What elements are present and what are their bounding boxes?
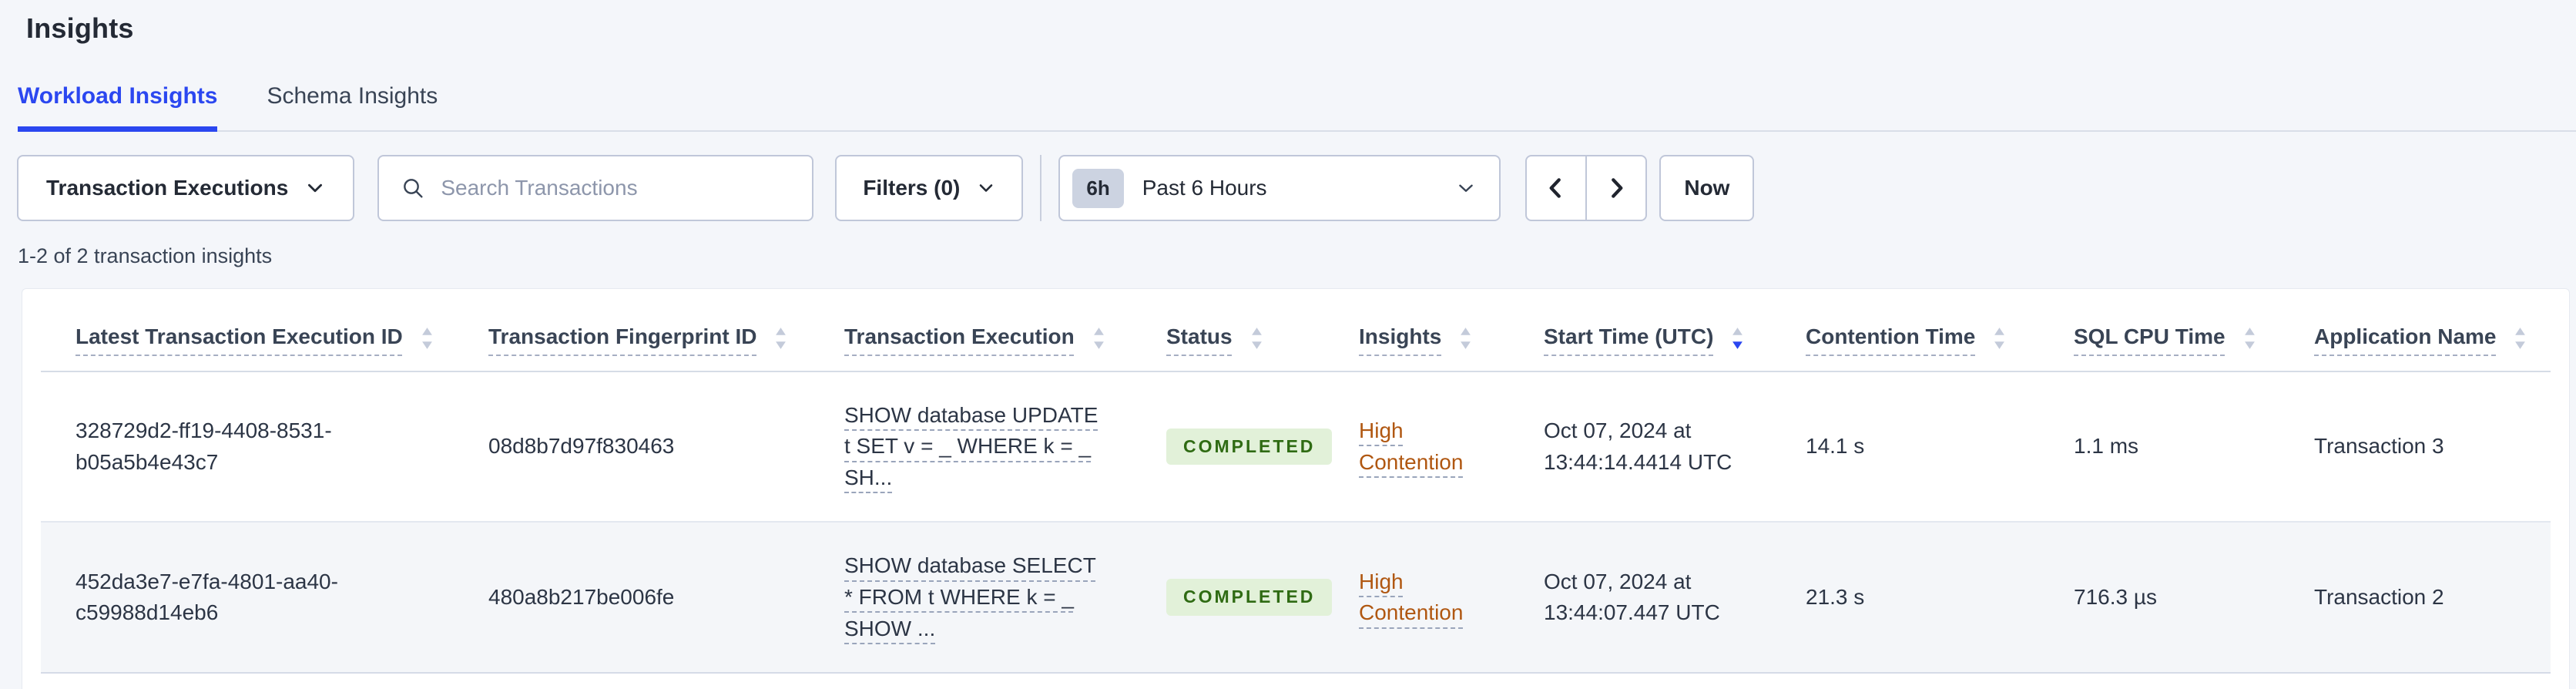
transaction-type-select[interactable]: Transaction Executions xyxy=(17,155,355,221)
column-header-transaction-execution[interactable]: Transaction Execution xyxy=(810,289,1132,372)
time-picker-label: Past 6 Hours xyxy=(1142,176,1267,200)
status-badge: COMPLETED xyxy=(1166,579,1333,617)
search-icon xyxy=(401,176,425,200)
search-input[interactable] xyxy=(441,176,791,200)
insights-table-card: Latest Transaction Execution ID Transact… xyxy=(22,288,2570,689)
start-time-cell: Oct 07, 2024 at 13:44:07.447 UTC xyxy=(1509,522,1771,674)
execution-id-cell: 452da3e7-e7fa-4801-aa40-c59988d14eb6 xyxy=(41,522,454,674)
column-header-status[interactable]: Status xyxy=(1132,289,1324,372)
previous-time-range-button[interactable] xyxy=(1525,155,1587,221)
fingerprint-id-cell: 08d8b7d97f830463 xyxy=(454,371,810,523)
sort-icon-active-desc xyxy=(1732,326,1743,351)
chevron-down-icon xyxy=(1456,178,1476,198)
application-name-cell: Transaction 2 xyxy=(2279,522,2551,674)
sort-icon xyxy=(1251,326,1263,351)
time-picker-button[interactable]: 6h Past 6 Hours xyxy=(1058,155,1501,221)
sort-icon xyxy=(421,326,433,351)
column-header-latest-transaction-execution-id[interactable]: Latest Transaction Execution ID xyxy=(41,289,454,372)
chevron-left-icon xyxy=(1545,175,1568,201)
transaction-execution-link[interactable]: SHOW database UPDATE t SET v = _ WHERE k… xyxy=(844,403,1098,489)
tab-bar: Workload Insights Schema Insights xyxy=(18,83,2576,132)
sort-icon xyxy=(775,326,787,351)
transaction-execution-link[interactable]: SHOW database SELECT * FROM t WHERE k = … xyxy=(844,553,1096,640)
column-header-contention-time[interactable]: Contention Time xyxy=(1771,289,2039,372)
tab-workload-insights[interactable]: Workload Insights xyxy=(18,83,218,132)
contention-time-cell: 14.1 s xyxy=(1771,371,2039,523)
next-time-range-button[interactable] xyxy=(1586,155,1648,221)
table-row: 452da3e7-e7fa-4801-aa40-c59988d14eb6 480… xyxy=(41,522,2551,674)
sort-icon xyxy=(2514,326,2526,351)
insights-cell: High Contention xyxy=(1324,371,1509,523)
column-header-insights[interactable]: Insights xyxy=(1324,289,1509,372)
sql-cpu-time-cell: 1.1 ms xyxy=(2039,371,2279,523)
contention-time-cell: 21.3 s xyxy=(1771,522,2039,674)
transaction-type-label: Transaction Executions xyxy=(46,176,289,200)
filters-button[interactable]: Filters (0) xyxy=(835,155,1024,221)
sort-icon xyxy=(2244,326,2256,351)
toolbar: Transaction Executions Filters (0) 6h Pa… xyxy=(17,155,2576,221)
sort-icon xyxy=(1994,326,2005,351)
time-interval-badge: 6h xyxy=(1072,168,1124,208)
chevron-down-icon xyxy=(305,178,325,198)
start-time-cell: Oct 07, 2024 at 13:44:14.4414 UTC xyxy=(1509,371,1771,523)
transaction-execution-cell: SHOW database UPDATE t SET v = _ WHERE k… xyxy=(810,371,1132,523)
now-button[interactable]: Now xyxy=(1659,155,1755,221)
sql-cpu-time-cell: 716.3 µs xyxy=(2039,522,2279,674)
column-header-application-name[interactable]: Application Name xyxy=(2279,289,2551,372)
status-cell: COMPLETED xyxy=(1132,371,1333,523)
time-range-arrows xyxy=(1525,155,1648,221)
chevron-down-icon xyxy=(977,179,995,197)
insight-link[interactable]: High Contention xyxy=(1359,570,1463,625)
column-header-sql-cpu-time[interactable]: SQL CPU Time xyxy=(2039,289,2279,372)
insights-cell: High Contention xyxy=(1324,522,1509,674)
table-header-row: Latest Transaction Execution ID Transact… xyxy=(41,289,2551,372)
table-row: 328729d2-ff19-4408-8531-b05a5b4e43c7 08d… xyxy=(41,371,2551,523)
page-title: Insights xyxy=(26,12,134,44)
fingerprint-id-cell: 480a8b217be006fe xyxy=(454,522,810,674)
search-box[interactable] xyxy=(377,155,814,221)
status-badge: COMPLETED xyxy=(1166,428,1333,465)
insights-page: Insights Workload Insights Schema Insigh… xyxy=(0,0,2576,689)
tab-schema-insights[interactable]: Schema Insights xyxy=(267,83,438,132)
column-header-start-time[interactable]: Start Time (UTC) xyxy=(1509,289,1771,372)
column-header-transaction-fingerprint-id[interactable]: Transaction Fingerprint ID xyxy=(454,289,810,372)
toolbar-divider xyxy=(1040,155,1042,221)
transaction-execution-cell: SHOW database SELECT * FROM t WHERE k = … xyxy=(810,522,1132,674)
results-summary: 1-2 of 2 transaction insights xyxy=(18,244,273,267)
chevron-right-icon xyxy=(1605,175,1628,201)
sort-icon xyxy=(1460,326,1471,351)
insight-link[interactable]: High Contention xyxy=(1359,418,1463,474)
execution-id-cell: 328729d2-ff19-4408-8531-b05a5b4e43c7 xyxy=(41,371,454,523)
application-name-cell: Transaction 3 xyxy=(2279,371,2551,523)
sort-icon xyxy=(1093,326,1105,351)
insights-table: Latest Transaction Execution ID Transact… xyxy=(41,289,2551,674)
filters-label: Filters (0) xyxy=(863,176,961,200)
status-cell: COMPLETED xyxy=(1132,522,1333,674)
